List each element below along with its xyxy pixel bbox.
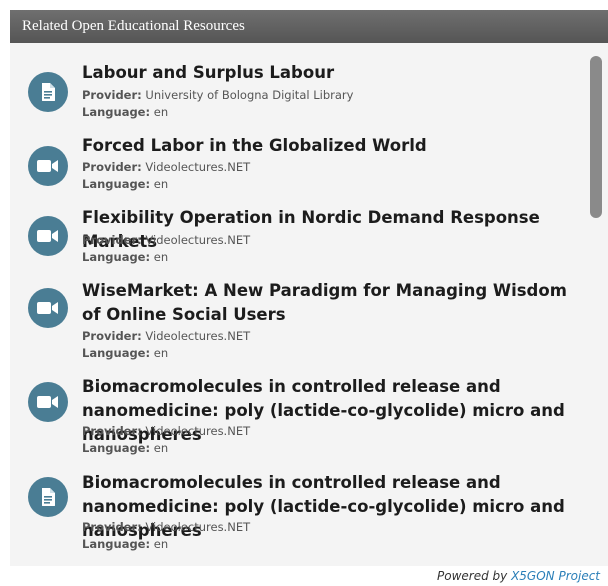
video-icon	[28, 382, 68, 422]
item-title[interactable]: Forced Labor in the Globalized World	[82, 134, 582, 158]
item-language: Language: en	[82, 177, 169, 191]
list-item[interactable]: Labour and Surplus Labour Provider: Univ…	[10, 43, 588, 125]
list-item[interactable]: Forced Labor in the Globalized World Pro…	[10, 125, 588, 197]
video-icon	[28, 288, 68, 328]
item-provider: Provider: Videolectures.NET	[82, 233, 251, 247]
item-provider: Provider: University of Bologna Digital …	[82, 88, 354, 102]
item-title[interactable]: WiseMarket: A New Paradigm for Managing …	[82, 279, 582, 327]
list-item[interactable]: Flexibility Operation in Nordic Demand R…	[10, 197, 588, 270]
powered-by: Powered by X5GON Project	[437, 569, 600, 583]
item-provider: Provider: Videolectures.NET	[82, 424, 251, 438]
item-provider: Provider: Videolectures.NET	[82, 329, 251, 343]
item-language: Language: en	[82, 441, 169, 455]
results-panel: Labour and Surplus Labour Provider: Univ…	[10, 43, 608, 566]
x5gon-link[interactable]: X5GON Project	[511, 569, 600, 583]
list-item[interactable]: Biomacromolecules in controlled release …	[10, 466, 588, 566]
video-icon	[28, 146, 68, 186]
widget-header: Related Open Educational Resources	[10, 10, 608, 43]
item-provider: Provider: Videolectures.NET	[82, 160, 251, 174]
item-language: Language: en	[82, 537, 169, 551]
results-list: Labour and Surplus Labour Provider: Univ…	[10, 43, 588, 566]
scrollbar-thumb[interactable]	[590, 56, 602, 218]
item-language: Language: en	[82, 250, 169, 264]
list-item[interactable]: WiseMarket: A New Paradigm for Managing …	[10, 270, 588, 370]
item-title[interactable]: Labour and Surplus Labour	[82, 61, 582, 85]
item-language: Language: en	[82, 105, 169, 119]
list-item[interactable]: Biomacromolecules in controlled release …	[10, 370, 588, 466]
item-provider: Provider: Videolectures.NET	[82, 520, 251, 534]
item-language: Language: en	[82, 346, 169, 360]
video-icon	[28, 216, 68, 256]
oer-widget: Related Open Educational Resources Labou…	[0, 0, 608, 586]
document-icon	[28, 72, 68, 112]
document-icon	[28, 477, 68, 517]
